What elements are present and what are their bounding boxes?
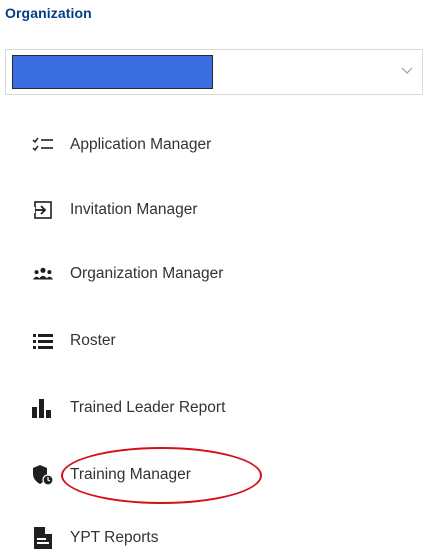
shield-clock-icon [32,464,54,486]
menu-item-trained-leader-report[interactable]: Trained Leader Report [32,393,225,423]
menu-item-organization-manager[interactable]: Organization Manager [32,259,223,289]
organization-select[interactable] [5,49,423,95]
menu-item-label: Training Manager [70,466,191,483]
list-icon [32,330,54,352]
menu-item-application-manager[interactable]: Application Manager [32,130,211,160]
document-icon [32,527,54,549]
menu-item-label: Application Manager [70,136,212,153]
menu-item-ypt-reports[interactable]: YPT Reports [32,523,158,553]
section-heading: Organization [5,5,92,21]
bar-chart-icon [32,397,54,419]
menu-item-label: YPT Reports [70,529,159,546]
group-icon [32,263,54,285]
selected-organization-redacted [12,55,213,89]
checklist-icon [32,134,54,156]
menu-item-label: Trained Leader Report [70,399,226,416]
menu-item-invitation-manager[interactable]: Invitation Manager [32,195,198,225]
menu-item-label: Invitation Manager [70,201,198,218]
menu-item-roster[interactable]: Roster [32,326,116,356]
menu-item-label: Roster [70,332,116,349]
login-arrow-icon [32,199,54,221]
menu-item-training-manager[interactable]: Training Manager [32,460,191,490]
menu-item-label: Organization Manager [70,265,224,282]
chevron-down-icon[interactable] [400,63,414,77]
